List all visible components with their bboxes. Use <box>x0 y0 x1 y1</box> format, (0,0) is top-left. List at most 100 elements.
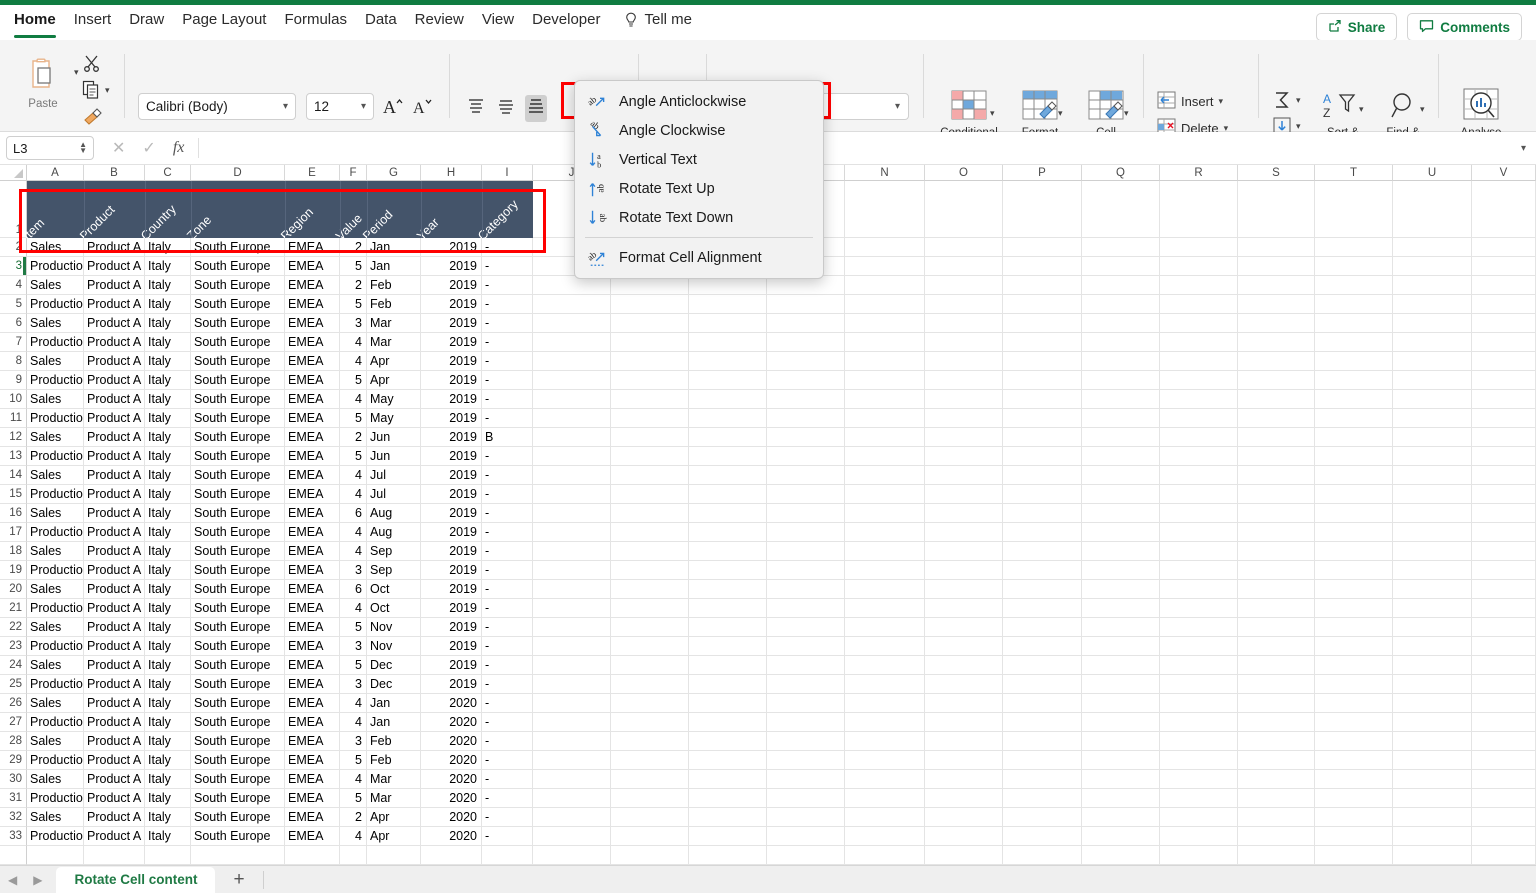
row-header-29[interactable]: 29 <box>0 751 27 770</box>
cell-F32[interactable]: 2 <box>340 808 367 827</box>
grid-cell[interactable] <box>925 580 1003 599</box>
cell-I17[interactable]: - <box>482 523 533 542</box>
grid-cell[interactable] <box>767 599 845 618</box>
grid-cell[interactable] <box>1472 314 1536 333</box>
cell-D33[interactable]: South Europe <box>191 827 285 846</box>
cell-B16[interactable]: Product A <box>84 504 145 523</box>
grid-cell[interactable] <box>925 523 1003 542</box>
grid-cell[interactable] <box>1238 846 1315 865</box>
grid-cell[interactable] <box>689 713 767 732</box>
grid-cell[interactable] <box>1082 732 1160 751</box>
grid-cell[interactable] <box>1393 333 1472 352</box>
cell-I22[interactable]: - <box>482 618 533 637</box>
font-size-select[interactable]: 12 ▾ <box>306 93 374 120</box>
cell-B12[interactable]: Product A <box>84 428 145 447</box>
grid-cell[interactable] <box>611 770 689 789</box>
cell-B13[interactable]: Product A <box>84 447 145 466</box>
row-header-blank[interactable] <box>0 846 27 865</box>
cell-E14[interactable]: EMEA <box>285 466 340 485</box>
grid-cell[interactable] <box>1393 428 1472 447</box>
grid-cell[interactable] <box>533 428 611 447</box>
grid-cell[interactable] <box>1003 618 1082 637</box>
grid-cell[interactable] <box>1160 314 1238 333</box>
cell-G8[interactable]: Apr <box>367 352 421 371</box>
grid-cell[interactable] <box>84 846 145 865</box>
row-header-21[interactable]: 21 <box>0 599 27 618</box>
grid-cell[interactable] <box>1393 694 1472 713</box>
cell-F12[interactable]: 2 <box>340 428 367 447</box>
cell-F14[interactable]: 4 <box>340 466 367 485</box>
grid-cell[interactable] <box>1003 352 1082 371</box>
grid-cell[interactable] <box>845 675 925 694</box>
cell-B6[interactable]: Product A <box>84 314 145 333</box>
cell-A26[interactable]: Sales <box>27 694 84 713</box>
grid-cell[interactable] <box>1472 257 1536 276</box>
grid-cell[interactable] <box>611 542 689 561</box>
grid-cell[interactable] <box>1003 751 1082 770</box>
cell-C27[interactable]: Italy <box>145 713 191 732</box>
cell-I4[interactable]: - <box>482 276 533 295</box>
grid-cell[interactable] <box>1082 770 1160 789</box>
grid-cell[interactable] <box>533 694 611 713</box>
grid-cell[interactable] <box>1082 371 1160 390</box>
grid-cell[interactable] <box>689 846 767 865</box>
cell-H3[interactable]: 2019 <box>421 257 482 276</box>
grid-cell[interactable] <box>1003 428 1082 447</box>
grid-cell[interactable] <box>1082 238 1160 257</box>
cell-A7[interactable]: Production <box>27 333 84 352</box>
cell-H19[interactable]: 2019 <box>421 561 482 580</box>
cell-F29[interactable]: 5 <box>340 751 367 770</box>
column-header-I[interactable]: I <box>482 165 533 181</box>
cell-I14[interactable]: - <box>482 466 533 485</box>
grid-cell[interactable] <box>1238 371 1315 390</box>
grid-cell[interactable] <box>767 732 845 751</box>
grid-cell[interactable] <box>1393 276 1472 295</box>
grid-cell[interactable] <box>1082 808 1160 827</box>
grid-cell[interactable] <box>1003 485 1082 504</box>
column-header-F[interactable]: F <box>340 165 367 181</box>
grid-cell[interactable] <box>1393 257 1472 276</box>
grid-cell[interactable] <box>1238 675 1315 694</box>
grid-cell[interactable] <box>1160 770 1238 789</box>
grid-cell[interactable] <box>767 675 845 694</box>
grid-cell[interactable] <box>1238 732 1315 751</box>
cell-G9[interactable]: Apr <box>367 371 421 390</box>
grid-cell[interactable] <box>689 352 767 371</box>
grid-cell[interactable] <box>533 542 611 561</box>
grid-cell[interactable] <box>1315 542 1393 561</box>
grid-cell[interactable] <box>1003 314 1082 333</box>
grid-cell[interactable] <box>1003 637 1082 656</box>
grid-cell[interactable] <box>1315 238 1393 257</box>
grid-cell[interactable] <box>1315 561 1393 580</box>
grid-cell[interactable] <box>1393 352 1472 371</box>
cell-B7[interactable]: Product A <box>84 333 145 352</box>
cell-D14[interactable]: South Europe <box>191 466 285 485</box>
grid-cell[interactable] <box>845 694 925 713</box>
grid-cell[interactable] <box>689 314 767 333</box>
grid-cell[interactable] <box>1393 618 1472 637</box>
grid-cell[interactable] <box>1393 580 1472 599</box>
grid-cell[interactable] <box>533 447 611 466</box>
grid-cell[interactable] <box>1315 618 1393 637</box>
grid-cell[interactable] <box>767 637 845 656</box>
cut-button[interactable] <box>82 54 102 79</box>
grid-cell[interactable] <box>1003 504 1082 523</box>
cell-I9[interactable]: - <box>482 371 533 390</box>
grid-cell[interactable] <box>845 390 925 409</box>
cell-I11[interactable]: - <box>482 409 533 428</box>
grid-cell[interactable] <box>767 314 845 333</box>
grid-cell[interactable] <box>1393 675 1472 694</box>
grid-cell[interactable] <box>1315 447 1393 466</box>
grid-cell[interactable] <box>925 637 1003 656</box>
grid-cell[interactable] <box>611 390 689 409</box>
column-header-P[interactable]: P <box>1003 165 1082 181</box>
cell-I33[interactable]: - <box>482 827 533 846</box>
cell-B27[interactable]: Product A <box>84 713 145 732</box>
grid-cell[interactable] <box>1082 485 1160 504</box>
grid-cell[interactable] <box>925 466 1003 485</box>
grid-cell[interactable] <box>1082 656 1160 675</box>
grid-cell[interactable] <box>27 846 84 865</box>
tab-draw[interactable]: Draw <box>129 5 164 40</box>
cell-H18[interactable]: 2019 <box>421 542 482 561</box>
grid-cell[interactable] <box>767 352 845 371</box>
